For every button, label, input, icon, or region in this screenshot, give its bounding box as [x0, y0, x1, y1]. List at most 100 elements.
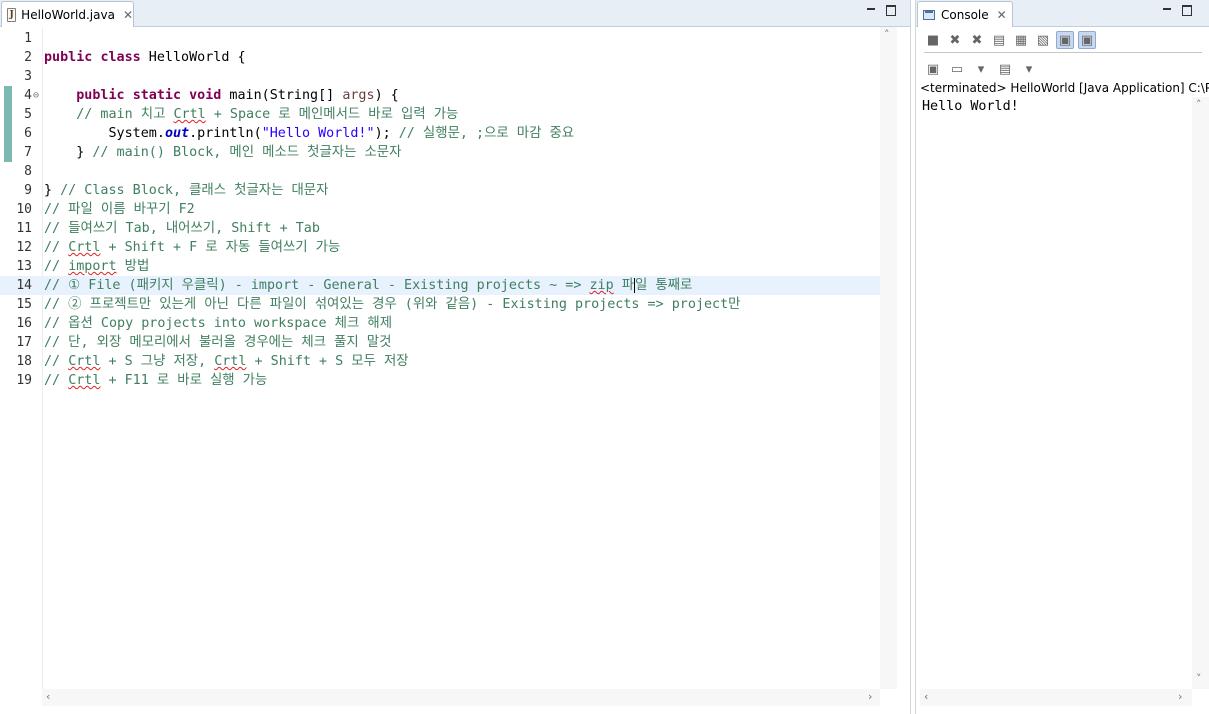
remove-all-terminated-icon[interactable]: ✖ — [968, 31, 986, 49]
console-vertical-scrollbar[interactable]: ˄ ˅ — [1192, 97, 1209, 689]
line-number: 5 — [24, 107, 32, 122]
code-token: + Shift + S 모두 저장 — [246, 354, 409, 369]
java-file-icon: J — [7, 7, 17, 22]
code-text: // Crtl + S 그냥 저장, Crtl + Shift + S 모두 저… — [44, 352, 409, 371]
code-line[interactable]: 19 // Crtl + F11 로 바로 실행 가능 — [0, 371, 880, 390]
code-token: + S 그냥 저장, — [100, 354, 215, 369]
code-line[interactable]: 17 // 단, 외장 메모리에서 불러올 경우에는 체크 풀지 말것 — [0, 333, 880, 352]
line-number: 2 — [24, 50, 32, 65]
open-console-icon[interactable]: ▤ — [996, 60, 1014, 78]
line-number: 19 — [16, 373, 32, 388]
code-line[interactable]: 2 public class HelloWorld { — [0, 48, 880, 67]
display-console-icon[interactable]: ▭ — [948, 60, 966, 78]
code-text: // 파일 이름 바꾸기 F2 — [44, 200, 195, 219]
code-line[interactable]: 9} // Class Block, 클래스 첫글자는 대문자 — [0, 181, 880, 200]
line-number: 4 — [24, 88, 32, 103]
console-icon — [923, 9, 935, 20]
minimize-icon[interactable] — [866, 4, 876, 14]
word-wrap-icon[interactable]: ▧ — [1034, 31, 1052, 49]
code-token: Crtl — [173, 107, 206, 122]
code-token: // ① File (패키지 우클릭) - import - General -… — [44, 278, 590, 293]
code-token: // 들여쓰기 Tab, 내어쓰기, Shift + Tab — [44, 221, 320, 236]
code-token: Crtl — [214, 354, 247, 369]
code-token: "Hello World!" — [261, 126, 375, 141]
code-text: // 옵션 Copy projects into workspace 체크 해제 — [44, 314, 392, 333]
console-tab-title: Console — [941, 7, 989, 22]
editor-horizontal-scrollbar[interactable]: ‹ › — [42, 689, 880, 706]
code-line[interactable]: 13 // import 방법 — [0, 257, 880, 276]
code-line[interactable]: 15 // ② 프로젝트만 있는게 아닌 다른 파일이 섞여있는 경우 (위와 같… — [0, 295, 880, 314]
code-line[interactable]: 3 — [0, 67, 880, 86]
code-token: HelloWorld { — [140, 50, 246, 65]
line-number: 16 — [16, 316, 32, 331]
console-horizontal-scrollbar[interactable]: ‹ › — [920, 689, 1192, 706]
code-token: // main 치고 — [76, 107, 174, 122]
scroll-left-icon[interactable]: ‹ — [46, 690, 50, 703]
code-text: } // main() Block, 메인 메소드 첫글자는 소문자 — [44, 143, 401, 162]
scroll-right-icon[interactable]: › — [1178, 690, 1182, 703]
line-number: 1 — [24, 31, 32, 46]
scroll-down-icon[interactable]: ˅ — [1196, 672, 1202, 685]
console-window-controls — [1162, 4, 1192, 16]
code-token: // ② 프로젝트만 있는게 아닌 다른 파일이 섞여있는 경우 (위와 같음)… — [44, 297, 741, 312]
code-token: System. — [44, 126, 165, 141]
close-icon[interactable]: ✕ — [123, 8, 133, 22]
console-output[interactable]: Hello World! — [922, 97, 1019, 116]
line-number: 6 — [24, 126, 32, 141]
scroll-up-icon[interactable]: ˄ — [1196, 98, 1202, 111]
code-token: Crtl — [68, 240, 101, 255]
code-line[interactable]: 12 // Crtl + Shift + F 로 자동 들여쓰기 가능 — [0, 238, 880, 257]
editor-vertical-scrollbar[interactable]: ˄ — [880, 27, 897, 689]
code-token: 방법 — [116, 259, 150, 274]
code-text: public static void main(String[] args) { — [44, 86, 399, 105]
editor-window-controls — [866, 4, 896, 16]
code-line[interactable]: 18 // Crtl + S 그냥 저장, Crtl + Shift + S 모두… — [0, 352, 880, 371]
line-number: 10 — [16, 202, 32, 217]
code-line[interactable]: 14 // ① File (패키지 우클릭) - import - General… — [0, 276, 880, 295]
display-dropdown-icon[interactable]: ▾ — [972, 60, 990, 78]
code-token: // 단, 외장 메모리에서 불러올 경우에는 체크 풀지 말것 — [44, 335, 392, 350]
scroll-right-icon[interactable]: › — [868, 690, 872, 703]
code-token: // Class Block, 클래스 첫글자는 대문자 — [60, 183, 329, 198]
code-text: // ② 프로젝트만 있는게 아닌 다른 파일이 섞여있는 경우 (위와 같음)… — [44, 295, 740, 314]
scroll-left-icon[interactable]: ‹ — [924, 690, 928, 703]
remove-launch-icon[interactable]: ✖ — [946, 31, 964, 49]
code-line[interactable]: 10 // 파일 이름 바꾸기 F2 — [0, 200, 880, 219]
scroll-lock-icon[interactable]: ▦ — [1012, 31, 1030, 49]
maximize-icon[interactable] — [1182, 5, 1192, 16]
close-icon[interactable]: ✕ — [997, 8, 1007, 22]
code-token: // 파일 이름 바꾸기 F2 — [44, 202, 195, 217]
tab-title: HelloWorld.java — [21, 7, 115, 22]
scroll-up-icon[interactable]: ˄ — [884, 28, 890, 41]
pin-console-icon[interactable]: ▣ — [924, 60, 942, 78]
tab-helloworld-java[interactable]: J HelloWorld.java ✕ — [1, 1, 134, 27]
terminate-icon[interactable]: ■ — [924, 31, 942, 49]
code-line[interactable]: 1 — [0, 29, 880, 48]
maximize-icon[interactable] — [886, 5, 896, 16]
fold-icon[interactable]: ⊖ — [33, 86, 39, 105]
code-token: .println( — [189, 126, 262, 141]
show-stdout-icon[interactable]: ▣ — [1056, 31, 1074, 49]
code-text: // 들여쓰기 Tab, 내어쓰기, Shift + Tab — [44, 219, 320, 238]
show-stderr-icon[interactable]: ▣ — [1078, 31, 1096, 49]
tab-console[interactable]: Console ✕ — [917, 1, 1013, 27]
code-line[interactable]: 16 // 옵션 Copy projects into workspace 체크 … — [0, 314, 880, 333]
code-line[interactable]: 7 } // main() Block, 메인 메소드 첫글자는 소문자 — [0, 143, 880, 162]
code-line[interactable]: 6 System.out.println("Hello World!"); //… — [0, 124, 880, 143]
minimize-icon[interactable] — [1162, 4, 1172, 14]
console-toolbar-secondary: ▣ ▭ ▾ ▤ ▾ — [924, 58, 1038, 80]
code-token: + Space 로 메인메서드 바로 입력 가능 — [205, 107, 459, 122]
code-line[interactable]: 5 // main 치고 Crtl + Space 로 메인메서드 바로 입력 … — [0, 105, 880, 124]
code-line[interactable]: 11 // 들여쓰기 Tab, 내어쓰기, Shift + Tab — [0, 219, 880, 238]
clear-console-icon[interactable]: ▤ — [990, 31, 1008, 49]
code-line[interactable]: 8 — [0, 162, 880, 181]
code-token: zip — [589, 278, 614, 293]
console-pane: Console ✕ ■ ✖ ✖ ▤ ▦ ▧ ▣ ▣ ▣ ▭ ▾ ▤ ▾ <terminated> He… — [915, 0, 1209, 714]
code-line[interactable]: 4 ⊖ public static void main(String[] args… — [0, 86, 880, 105]
code-token: // — [44, 373, 69, 388]
open-dropdown-icon[interactable]: ▾ — [1020, 60, 1038, 78]
code-token: args — [342, 88, 375, 103]
code-editor[interactable]: 1 2 public class HelloWorld {3 4 ⊖ public st… — [0, 27, 880, 689]
